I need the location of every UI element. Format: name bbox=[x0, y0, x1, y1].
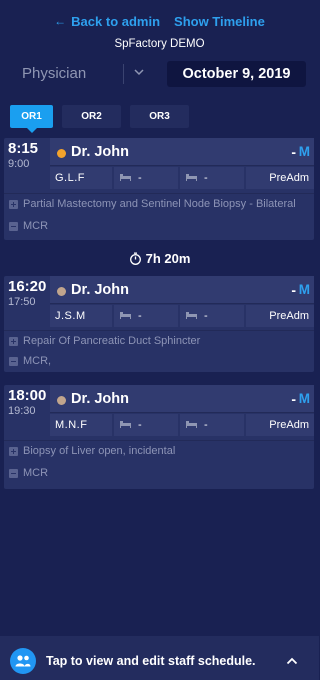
tab-or3[interactable]: OR3 bbox=[130, 105, 189, 128]
case-dash: - bbox=[291, 282, 296, 298]
room-cell: - bbox=[180, 167, 244, 189]
procedure-row: Repair Of Pancreatic Duct Sphincter bbox=[4, 330, 314, 352]
patient-initials: J.S.M bbox=[50, 305, 112, 327]
case-status: PreAdm bbox=[246, 305, 314, 327]
note-row: MCR, bbox=[4, 351, 314, 373]
case-time: 18:00 19:30 bbox=[4, 385, 50, 437]
plus-square-icon bbox=[9, 200, 18, 209]
filter-bar: Physician October 9, 2019 bbox=[0, 61, 319, 87]
case-dash: - bbox=[291, 391, 296, 407]
top-navigation: ← Back to admin Show Timeline bbox=[0, 12, 319, 30]
bed-icon bbox=[186, 312, 197, 319]
staff-schedule-bar[interactable]: Tap to view and edit staff schedule. bbox=[0, 636, 319, 680]
note-text: MCR bbox=[23, 467, 49, 479]
room-value: - bbox=[204, 172, 208, 184]
case-header: Dr. John - M bbox=[50, 276, 314, 304]
tab-or1[interactable]: OR1 bbox=[10, 105, 53, 133]
case-end-time: 9:00 bbox=[8, 158, 30, 170]
case-info: J.S.M - - PreAdm bbox=[50, 305, 314, 327]
note-row: MCR bbox=[4, 216, 314, 238]
patient-initials: G.L.F bbox=[50, 167, 112, 189]
patient-initials: M.N.F bbox=[50, 414, 112, 436]
room-value: - bbox=[138, 310, 142, 322]
plus-square-icon bbox=[9, 447, 18, 456]
procedure-row: Partial Mastectomy and Sentinel Node Bio… bbox=[4, 193, 314, 215]
bed-icon bbox=[120, 174, 131, 181]
case-flag: M bbox=[298, 391, 310, 406]
case-card[interactable]: 16:20 17:50 Dr. John - M J.S.M - - PreAd… bbox=[4, 276, 314, 372]
room-value: - bbox=[138, 172, 142, 184]
case-status: PreAdm bbox=[246, 167, 314, 189]
status-dot bbox=[57, 287, 66, 296]
app-title: SpFactory DEMO bbox=[114, 38, 205, 50]
back-to-admin-label: Back to admin bbox=[71, 13, 161, 29]
case-card[interactable]: 18:00 19:30 Dr. John - M M.N.F - - PreAd… bbox=[4, 385, 314, 489]
case-card[interactable]: 8:15 9:00 Dr. John - M G.L.F - - PreAdm … bbox=[4, 138, 314, 240]
minus-square-icon bbox=[9, 469, 18, 478]
case-flag: M bbox=[298, 144, 310, 159]
room-cell: - bbox=[180, 414, 244, 436]
or-tabs: OR1 OR2 OR3 bbox=[10, 105, 189, 133]
minus-square-icon bbox=[9, 222, 18, 231]
surgeon-name: Dr. John bbox=[71, 391, 130, 407]
surgeon-name: Dr. John bbox=[71, 144, 130, 160]
procedure-row: Biopsy of Liver open, incidental bbox=[4, 440, 314, 462]
case-time: 8:15 9:00 bbox=[4, 138, 50, 190]
case-flag: M bbox=[298, 282, 310, 297]
procedure-text: Partial Mastectomy and Sentinel Node Bio… bbox=[23, 198, 296, 210]
bed-icon bbox=[186, 421, 197, 428]
date-picker[interactable]: October 9, 2019 bbox=[167, 61, 306, 87]
time-gap: 7h 20m bbox=[0, 251, 319, 266]
room-cell: - bbox=[114, 167, 178, 189]
surgeon-name: Dr. John bbox=[71, 282, 130, 298]
role-select-value: Physician bbox=[22, 65, 87, 82]
show-timeline-link[interactable]: Show Timeline bbox=[174, 12, 265, 30]
room-value: - bbox=[204, 419, 208, 431]
procedure-text: Biopsy of Liver open, incidental bbox=[23, 445, 176, 457]
bed-icon bbox=[120, 421, 131, 428]
case-start-time: 18:00 bbox=[8, 387, 47, 404]
minus-square-icon bbox=[9, 357, 18, 366]
room-cell: - bbox=[180, 305, 244, 327]
show-timeline-label: Show Timeline bbox=[174, 13, 265, 29]
note-row: MCR bbox=[4, 463, 314, 485]
procedure-text: Repair Of Pancreatic Duct Sphincter bbox=[23, 335, 201, 347]
case-info: M.N.F - - PreAdm bbox=[50, 414, 314, 436]
status-dot bbox=[57, 149, 66, 158]
status-dot bbox=[57, 396, 66, 405]
stopwatch-icon bbox=[129, 252, 141, 265]
bed-icon bbox=[186, 174, 197, 181]
room-value: - bbox=[138, 419, 142, 431]
case-dash: - bbox=[291, 144, 296, 160]
note-text: MCR bbox=[23, 220, 49, 232]
chevron-up-icon[interactable] bbox=[286, 657, 298, 665]
case-info: G.L.F - - PreAdm bbox=[50, 167, 314, 189]
room-cell: - bbox=[114, 305, 178, 327]
room-cell: - bbox=[114, 414, 178, 436]
case-end-time: 19:30 bbox=[8, 405, 36, 417]
case-time: 16:20 17:50 bbox=[4, 276, 50, 328]
bed-icon bbox=[120, 312, 131, 319]
gap-duration: 7h 20m bbox=[145, 251, 191, 266]
chevron-down-icon bbox=[134, 69, 144, 76]
plus-square-icon bbox=[9, 337, 18, 346]
role-select[interactable]: Physician bbox=[0, 61, 155, 87]
staff-group-icon bbox=[10, 648, 36, 674]
case-header: Dr. John - M bbox=[50, 385, 314, 413]
room-value: - bbox=[204, 310, 208, 322]
case-end-time: 17:50 bbox=[8, 296, 36, 308]
tab-or2[interactable]: OR2 bbox=[62, 105, 121, 128]
staff-schedule-label: Tap to view and edit staff schedule. bbox=[46, 654, 256, 668]
case-start-time: 8:15 bbox=[8, 140, 39, 157]
case-header: Dr. John - M bbox=[50, 138, 314, 166]
case-start-time: 16:20 bbox=[8, 278, 47, 295]
arrow-left-icon: ← bbox=[54, 14, 67, 28]
note-text: MCR, bbox=[23, 355, 52, 367]
case-status: PreAdm bbox=[246, 414, 314, 436]
back-to-admin-link[interactable]: ← Back to admin bbox=[54, 12, 160, 30]
role-select-divider bbox=[123, 64, 124, 84]
